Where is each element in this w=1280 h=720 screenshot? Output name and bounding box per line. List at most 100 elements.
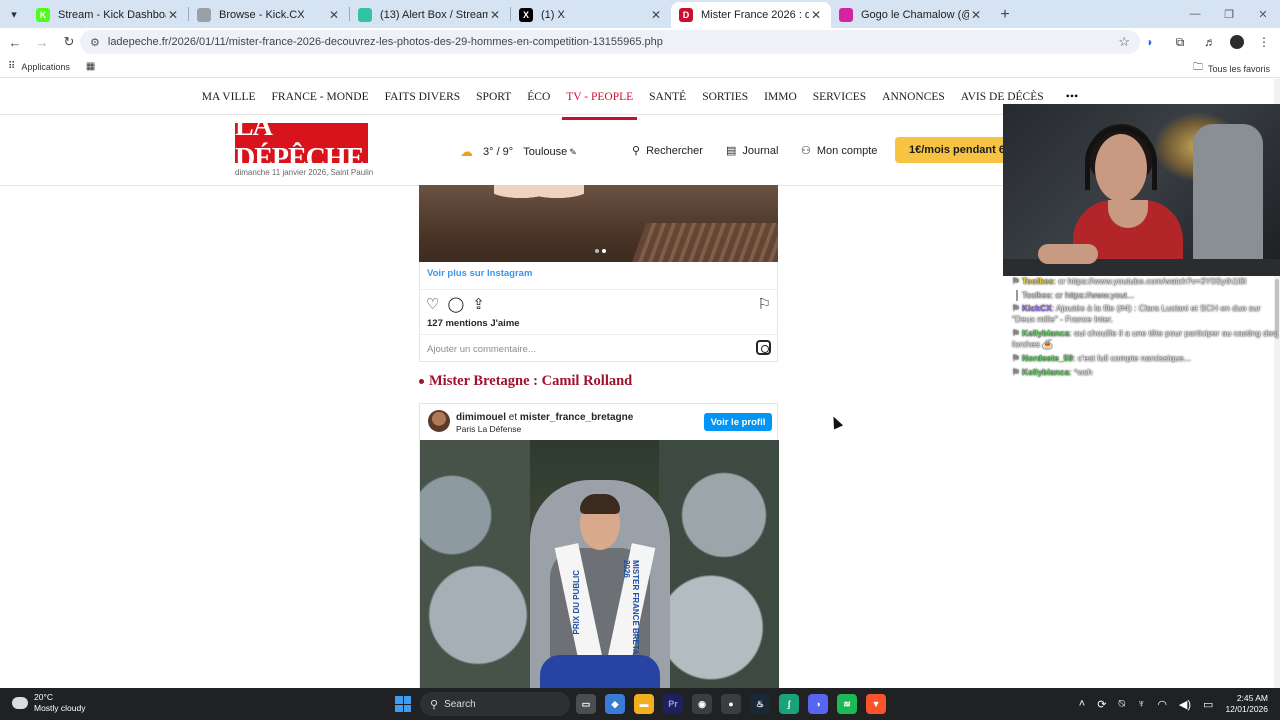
site-nav-item[interactable]: AVIS DE DÉCÈS xyxy=(961,91,1044,103)
tab-close-icon[interactable]: ✕ xyxy=(649,8,663,22)
brave-icon[interactable]: ▼ xyxy=(866,694,886,714)
carousel-dots xyxy=(595,249,606,253)
chat-username: Kellyblanca xyxy=(1021,367,1070,377)
address-bar[interactable]: ⚙ ladepeche.fr/2026/01/11/mister-france-… xyxy=(80,30,1140,54)
post-photo[interactable]: PRIX DU PUBLIC MISTER FRANCE BRETAGNE 20… xyxy=(420,440,779,689)
tab-groups-icon[interactable]: ▦ xyxy=(86,61,95,72)
site-nav-item[interactable]: SORTIES xyxy=(702,91,748,103)
folder-icon: 🗀 xyxy=(1192,62,1203,73)
chat-badge-icon: ⚑ xyxy=(1012,303,1022,313)
username-2[interactable]: mister_france_bretagne xyxy=(520,412,633,423)
chat-message: ⚑ Nordeste_59: c'est full compte narciss… xyxy=(1012,353,1278,364)
close-window-icon[interactable]: ✕ xyxy=(1246,0,1280,28)
share-icon[interactable]: ⇪ xyxy=(472,295,485,313)
avatar[interactable] xyxy=(428,410,450,432)
tab-favicon-icon xyxy=(197,8,211,22)
obs-icon[interactable]: ◉ xyxy=(692,694,712,714)
site-nav-item[interactable]: FRANCE - MONDE xyxy=(272,91,369,103)
volume-icon[interactable]: ◀) xyxy=(1179,698,1191,711)
discord-icon[interactable]: ◑ xyxy=(808,694,828,714)
site-logo[interactable]: LA DÉPÊCHE xyxy=(235,111,368,174)
extension-icon[interactable]: ◗ xyxy=(1140,32,1160,52)
chat-badge-icon: ⚑ xyxy=(1012,353,1022,363)
profile-avatar[interactable] xyxy=(1230,35,1244,49)
browser-tab[interactable]: Browse - Kick.CX ✕ xyxy=(189,2,349,28)
site-nav-item[interactable]: FAITS DIVERS xyxy=(385,91,461,103)
browser-tab[interactable]: D Mister France 2026 : découvrez✕ xyxy=(671,2,831,28)
edit-pencil-icon[interactable]: ✎ xyxy=(569,147,577,158)
premiere-pro-icon[interactable]: Pr xyxy=(663,694,683,714)
bookmark-applications[interactable]: ⠿ Applications xyxy=(8,61,70,72)
tab-close-icon[interactable]: ✕ xyxy=(969,8,983,22)
microphone-icon[interactable]: ♆ xyxy=(1137,698,1145,710)
taskbar-search[interactable]: ⚲ Search xyxy=(420,692,570,716)
all-favorites[interactable]: 🗀 Tous les favoris xyxy=(1193,60,1270,77)
browser-tab[interactable]: X (1) X ✕ xyxy=(511,2,671,28)
sync-icon[interactable]: ⟳ xyxy=(1097,698,1106,711)
apps-grid-icon: ⠿ xyxy=(8,61,16,72)
wifi-icon[interactable]: ◠ xyxy=(1157,698,1167,711)
notifications-off-icon[interactable]: ⍉ xyxy=(1118,698,1125,711)
heart-icon[interactable]: ♡ xyxy=(426,295,439,313)
weather-widget[interactable]: ☁ 3° / 9° Toulouse ✎ xyxy=(460,144,577,160)
site-nav-item[interactable]: TV - PEOPLE xyxy=(562,91,638,120)
site-nav-item[interactable]: ÉCO xyxy=(527,91,550,103)
site-info-icon[interactable]: ⚙ xyxy=(90,36,100,49)
more-menu-icon[interactable]: ••• xyxy=(1066,89,1079,104)
chrome-icon[interactable]: ● xyxy=(721,694,741,714)
bookmark-star-icon[interactable]: ☆ xyxy=(1118,34,1130,50)
username-1[interactable]: dimimouel xyxy=(456,412,506,423)
taskbar-weather[interactable]: 20°C Mostly cloudy xyxy=(12,692,86,714)
tab-close-icon[interactable]: ✕ xyxy=(327,8,341,22)
account-link[interactable]: ⚇ Mon compte xyxy=(801,144,877,158)
comment-icon[interactable]: ◯ xyxy=(447,295,464,313)
view-profile-button[interactable]: Voir le profil xyxy=(704,413,772,431)
site-nav-item[interactable]: SPORT xyxy=(476,91,511,103)
site-nav-item[interactable]: ANNONCES xyxy=(882,91,945,103)
save-bookmark-icon[interactable]: ⚐ xyxy=(758,295,771,313)
browser-tab[interactable]: Gogo le Chamalow (@hugo_de✕ xyxy=(831,2,991,28)
post-location[interactable]: Paris La Défense xyxy=(456,424,521,434)
site-nav-item[interactable]: MA VILLE xyxy=(202,91,256,103)
reload-icon[interactable]: ↻ xyxy=(57,30,81,54)
journal-link[interactable]: ▤ Journal xyxy=(726,144,779,158)
spotify-icon[interactable]: ≋ xyxy=(837,694,857,714)
post-usernames: dimimouel et mister_france_bretagne xyxy=(456,412,633,423)
restore-icon[interactable]: ❐ xyxy=(1212,0,1246,28)
app-icon[interactable]: ʃ xyxy=(779,694,799,714)
extensions-puzzle-icon[interactable]: ⧉ xyxy=(1170,32,1190,52)
file-explorer-icon[interactable]: ▬ xyxy=(634,694,654,714)
back-icon[interactable]: ← xyxy=(3,30,27,54)
view-more-instagram-link[interactable]: Voir plus sur Instagram xyxy=(427,268,532,279)
instagram-image-previous[interactable] xyxy=(419,185,778,262)
comment-input[interactable]: Ajouter un commentaire... xyxy=(427,344,536,355)
clock[interactable]: 2:45 AM 12/01/2026 xyxy=(1225,693,1268,715)
chair xyxy=(1193,124,1263,276)
forward-icon[interactable]: → xyxy=(30,30,54,54)
site-nav-item[interactable]: SANTÉ xyxy=(649,91,686,103)
media-icon[interactable]: ♬ xyxy=(1200,32,1220,52)
tab-close-icon[interactable]: ✕ xyxy=(488,8,502,22)
new-tab-button[interactable]: + xyxy=(991,2,1019,28)
menu-icon[interactable]: ⋮ xyxy=(1254,32,1274,52)
chat-message: ⚑ Kellyblanca: oui chouille il a une têt… xyxy=(1012,328,1278,350)
photos-app-icon[interactable]: ◆ xyxy=(605,694,625,714)
tab-search-icon[interactable]: ▾ xyxy=(0,0,28,28)
instagram-logo-icon[interactable] xyxy=(756,340,771,355)
start-button[interactable] xyxy=(395,696,411,712)
tab-close-icon[interactable]: ✕ xyxy=(166,8,180,22)
steam-icon[interactable]: ♨ xyxy=(750,694,770,714)
headset-icon xyxy=(1085,126,1157,190)
minimize-icon[interactable]: — xyxy=(1178,0,1212,28)
browser-tab[interactable]: K Stream - Kick Dashboard✕ xyxy=(28,2,188,28)
battery-icon[interactable]: ▭ xyxy=(1203,698,1213,711)
site-nav-item[interactable]: SERVICES xyxy=(813,91,866,103)
browser-tab[interactable]: (13) Alert Box / Streamlabs✕ xyxy=(350,2,510,28)
search-link[interactable]: ⚲ Rechercher xyxy=(632,144,703,158)
journal-label: Journal xyxy=(742,144,779,157)
chevron-up-icon[interactable]: ˄ xyxy=(1079,698,1085,710)
task-view-icon[interactable]: ▭ xyxy=(576,694,596,714)
tab-close-icon[interactable]: ✕ xyxy=(809,8,823,22)
taskbar-search-label: Search xyxy=(444,698,476,710)
site-nav-item[interactable]: IMMO xyxy=(764,91,797,103)
